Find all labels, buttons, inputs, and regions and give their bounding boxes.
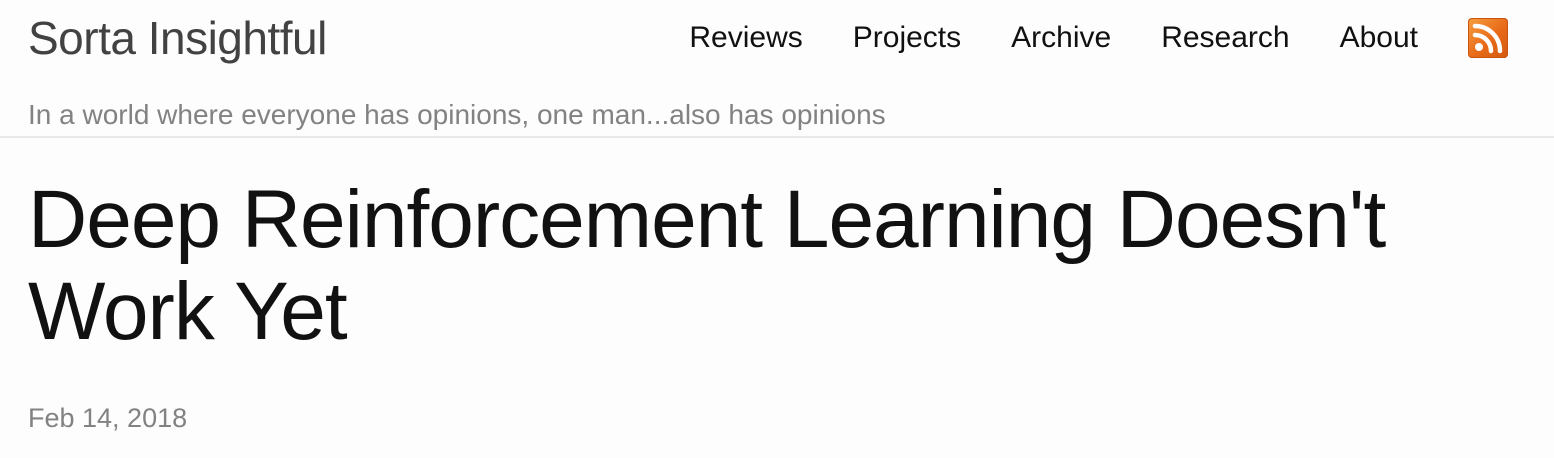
site-header: Sorta Insightful Reviews Projects Archiv… — [0, 0, 1554, 138]
nav-link-archive[interactable]: Archive — [1011, 14, 1111, 62]
site-title-link[interactable]: Sorta Insightful — [28, 10, 327, 66]
nav-link-research[interactable]: Research — [1161, 14, 1289, 62]
nav-link-projects[interactable]: Projects — [853, 14, 961, 62]
site-tagline: In a world where everyone has opinions, … — [28, 99, 886, 130]
post-title: Deep Reinforcement Learning Doesn't Work… — [28, 174, 1386, 357]
nav-link-about[interactable]: About — [1340, 14, 1418, 62]
site-nav: Reviews Projects Archive Research About — [689, 14, 1508, 62]
post: Deep Reinforcement Learning Doesn't Work… — [0, 138, 1554, 458]
nav-link-reviews[interactable]: Reviews — [689, 14, 802, 62]
post-date: Feb 14, 2018 — [28, 403, 188, 433]
rss-icon[interactable] — [1468, 18, 1508, 58]
